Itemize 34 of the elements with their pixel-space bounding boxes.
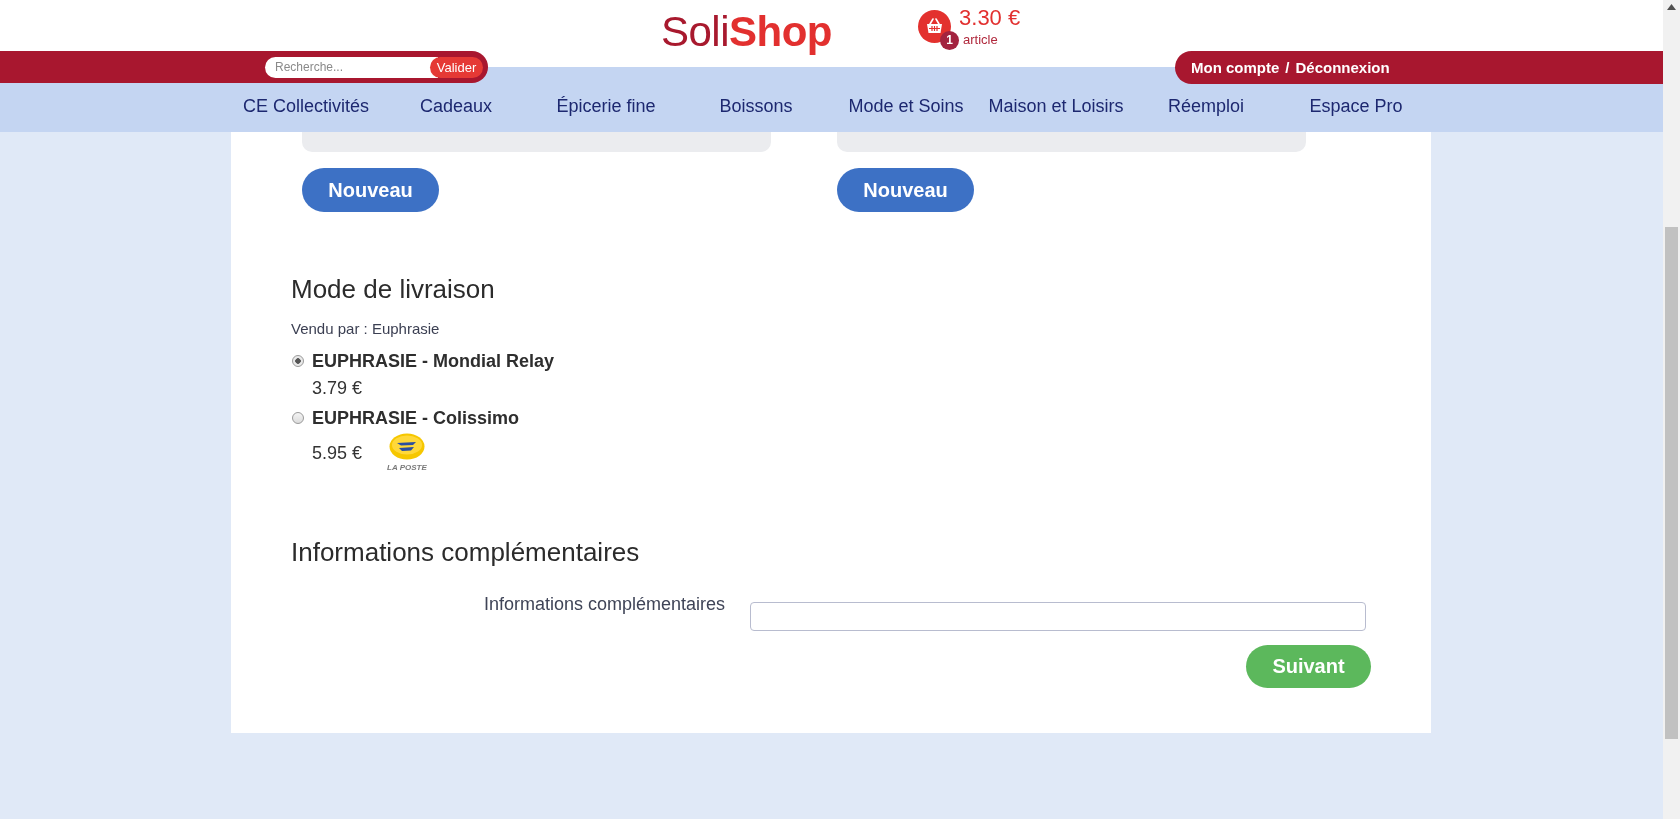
cart-total[interactable]: 3.30 €	[959, 6, 1021, 30]
link-separator: /	[1285, 57, 1290, 78]
scrollbar-thumb[interactable]	[1665, 227, 1678, 739]
cart-count-badge: 1	[940, 31, 960, 50]
nav-link[interactable]: Espace Pro	[1281, 94, 1431, 118]
shop-logo[interactable]: SoliShop	[661, 9, 833, 55]
radio-button[interactable]	[292, 355, 304, 367]
input-field[interactable]	[750, 602, 1366, 631]
new-address-button[interactable]: Nouveau	[302, 168, 439, 212]
shipping-option-label[interactable]: EUPHRASIE - Mondial Relay	[312, 349, 555, 373]
seller-text: Vendu par : Euphrasie	[291, 319, 441, 339]
shipping-option-label[interactable]: EUPHRASIE - Colissimo	[312, 406, 520, 430]
basket-icon[interactable]	[918, 10, 952, 43]
field-label: Informations complémentaires	[482, 593, 725, 616]
account-link[interactable]: Mon compte	[1191, 57, 1280, 78]
cart-count-label: article	[963, 32, 999, 48]
nav-link[interactable]: Boissons	[681, 94, 831, 118]
nav-link[interactable]: Épicerie fine	[531, 94, 681, 118]
carrier-logo-icon	[388, 433, 425, 460]
section-heading: Mode de livraison	[291, 274, 496, 304]
shipping-price: 3.79 €	[312, 377, 363, 400]
search-field[interactable]: Recherche...	[265, 56, 438, 78]
section-heading: Informations complémentaires	[291, 537, 641, 567]
logout-link[interactable]: Déconnexion	[1295, 57, 1390, 78]
nav-link[interactable]: Réemploi	[1131, 94, 1281, 118]
nav-link[interactable]: Maison et Loisirs	[981, 94, 1131, 118]
nav-link[interactable]: CE Collectivités	[231, 94, 381, 118]
scroll-up-icon[interactable]	[1667, 4, 1676, 10]
nav-link[interactable]: Cadeaux	[381, 94, 531, 118]
new-address-button[interactable]: Nouveau	[837, 168, 974, 212]
logo-caption: LA POSTE	[387, 462, 427, 473]
radio-button[interactable]	[292, 412, 304, 424]
nav-link[interactable]: Mode et Soins	[831, 94, 981, 118]
shipping-price: 5.95 €	[312, 442, 363, 465]
